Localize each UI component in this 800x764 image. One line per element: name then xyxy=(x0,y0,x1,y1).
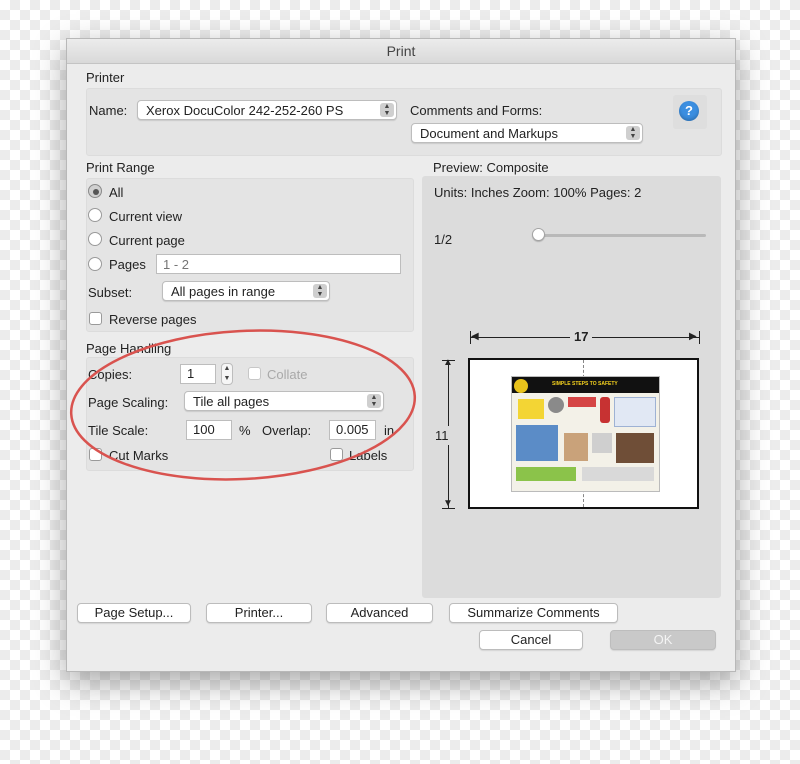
preview-label: Preview: Composite xyxy=(433,160,549,175)
subset-value: All pages in range xyxy=(171,284,276,299)
width-dimension-label: 17 xyxy=(570,329,593,344)
width-dimension-tick-right xyxy=(699,331,700,344)
print-range-label: Print Range xyxy=(86,160,155,175)
radio-pages-label: Pages xyxy=(109,257,146,272)
flyer-panel-blue xyxy=(614,397,656,427)
subset-label: Subset: xyxy=(88,285,133,300)
radio-current-view-label: Current view xyxy=(109,209,182,224)
page-setup-button[interactable]: Page Setup... xyxy=(77,603,191,623)
printer-group xyxy=(86,88,722,156)
flyer-photo-2 xyxy=(592,433,612,453)
comments-forms-value: Document and Markups xyxy=(420,126,559,141)
page-slider-thumb[interactable] xyxy=(532,228,545,241)
page-indicator: 1/2 xyxy=(434,232,453,247)
radio-current-page[interactable] xyxy=(88,232,102,246)
flyer-headline: SIMPLE STEPS TO SAFETY xyxy=(552,381,618,387)
flyer-footer-green xyxy=(516,467,576,481)
arrow-up-icon: ▲ xyxy=(443,357,453,368)
preview-flyer: SIMPLE STEPS TO SAFETY xyxy=(511,376,660,492)
dialog-title: Print xyxy=(67,39,735,64)
flyer-sensor-icon xyxy=(548,397,564,413)
flyer-panel-yellow xyxy=(518,399,544,419)
arrow-down-icon: ▼ xyxy=(443,498,453,509)
cancel-button[interactable]: Cancel xyxy=(479,630,583,650)
flyer-badge-icon xyxy=(514,379,528,393)
radio-all-label: All xyxy=(109,185,124,200)
comments-forms-dropdown[interactable]: Document and Markups ▲ ▼ xyxy=(411,123,643,143)
radio-pages[interactable] xyxy=(88,257,102,271)
printer-name-value: Xerox DocuColor 242-252-260 PS xyxy=(146,103,344,118)
flyer-panel-red xyxy=(568,397,596,407)
radio-all[interactable] xyxy=(88,184,102,198)
summarize-comments-button[interactable]: Summarize Comments xyxy=(449,603,618,623)
printer-button[interactable]: Printer... xyxy=(206,603,312,623)
radio-current-view[interactable] xyxy=(88,208,102,222)
pages-range-input[interactable] xyxy=(156,254,401,274)
printer-name-label: Name: xyxy=(89,103,128,118)
advanced-button[interactable]: Advanced xyxy=(326,603,433,623)
printer-name-dropdown[interactable]: Xerox DocuColor 242-252-260 PS ▲ ▼ xyxy=(137,100,397,120)
printer-section-label: Printer xyxy=(86,70,125,85)
annotation-ellipse xyxy=(69,329,417,481)
subset-dropdown[interactable]: All pages in range ▲ ▼ xyxy=(162,281,330,301)
comments-forms-label: Comments and Forms: xyxy=(410,103,543,118)
flyer-extinguisher-icon xyxy=(600,397,610,423)
flyer-house-icon xyxy=(516,425,558,461)
arrow-right-icon: ▶ xyxy=(689,331,697,342)
radio-current-page-label: Current page xyxy=(109,233,185,248)
arrow-left-icon: ◀ xyxy=(471,331,479,342)
preview-page: SIMPLE STEPS TO SAFETY xyxy=(468,358,699,509)
flyer-footer-grey xyxy=(582,467,654,481)
preview-info: Units: Inches Zoom: 100% Pages: 2 xyxy=(434,185,642,200)
page-slider-track[interactable] xyxy=(538,234,706,237)
chevron-updown-icon: ▲ ▼ xyxy=(380,103,394,117)
flyer-photo-1 xyxy=(564,433,588,461)
chevron-updown-icon: ▲ ▼ xyxy=(626,126,640,140)
flyer-photo-3 xyxy=(616,433,654,463)
print-dialog: Print Printer Name: Xerox DocuColor 242-… xyxy=(66,38,736,672)
help-icon[interactable]: ? xyxy=(679,101,699,121)
height-dimension-label: 11 xyxy=(433,426,451,445)
chevron-updown-icon: ▲ ▼ xyxy=(313,284,327,298)
ok-button[interactable]: OK xyxy=(610,630,716,650)
reverse-pages-checkbox[interactable] xyxy=(89,312,102,325)
